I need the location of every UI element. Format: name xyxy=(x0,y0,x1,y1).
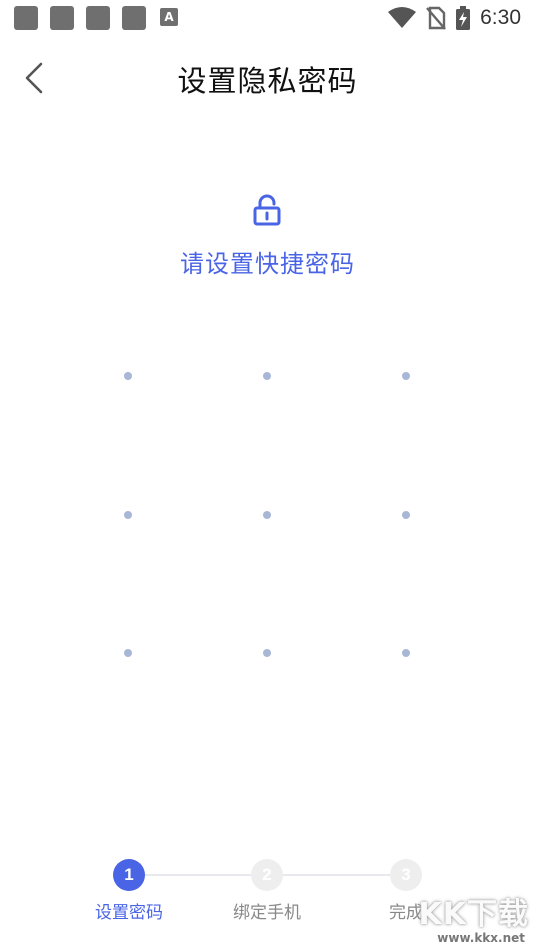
status-time: 6:30 xyxy=(480,6,521,29)
pattern-dot-1[interactable] xyxy=(124,372,132,380)
prompt-text: 请设置快捷密码 xyxy=(180,250,355,278)
watermark: KK下载 www.kkx.net xyxy=(399,889,529,945)
a-icon: A xyxy=(160,8,178,26)
header: 设置隐私密码 xyxy=(0,48,535,108)
pattern-dot-4[interactable] xyxy=(124,511,132,519)
pattern-dot-7[interactable] xyxy=(124,649,132,657)
step-connector xyxy=(283,874,391,876)
pattern-dot-6[interactable] xyxy=(402,511,410,519)
pattern-dot-8[interactable] xyxy=(263,649,271,657)
status-bar: A 6:30 xyxy=(0,0,535,36)
pattern-dot-5[interactable] xyxy=(263,511,271,519)
step-2-circle: 2 xyxy=(251,859,283,891)
step-3-circle: 3 xyxy=(390,859,422,891)
app-icon xyxy=(14,6,38,30)
step-1-label: 设置密码 xyxy=(95,903,163,923)
pattern-dot-2[interactable] xyxy=(263,372,271,380)
status-right: 6:30 xyxy=(388,4,521,32)
pattern-dot-3[interactable] xyxy=(402,372,410,380)
pattern-grid[interactable] xyxy=(0,0,535,951)
app-icon xyxy=(50,6,74,30)
step-2-label: 绑定手机 xyxy=(233,903,301,923)
watermark-logo: KK下载 xyxy=(418,897,529,932)
pattern-dot-9[interactable] xyxy=(402,649,410,657)
lock-open-icon xyxy=(253,194,281,226)
page-title: 设置隐私密码 xyxy=(177,64,358,98)
no-sim-icon xyxy=(426,6,447,30)
step-1-circle: 1 xyxy=(113,859,145,891)
watermark-url: www.kkx.net xyxy=(437,931,525,945)
step-connector xyxy=(144,874,252,876)
battery-charging-icon xyxy=(456,6,471,30)
wifi-icon xyxy=(388,7,417,28)
app-icon xyxy=(86,6,110,30)
app-icon xyxy=(122,6,146,30)
